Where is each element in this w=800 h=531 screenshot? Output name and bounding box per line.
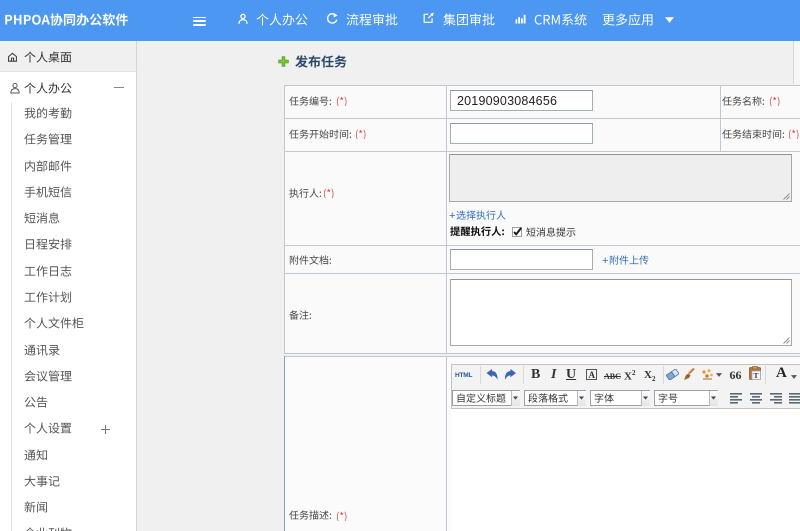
- svg-text:T: T: [753, 371, 758, 380]
